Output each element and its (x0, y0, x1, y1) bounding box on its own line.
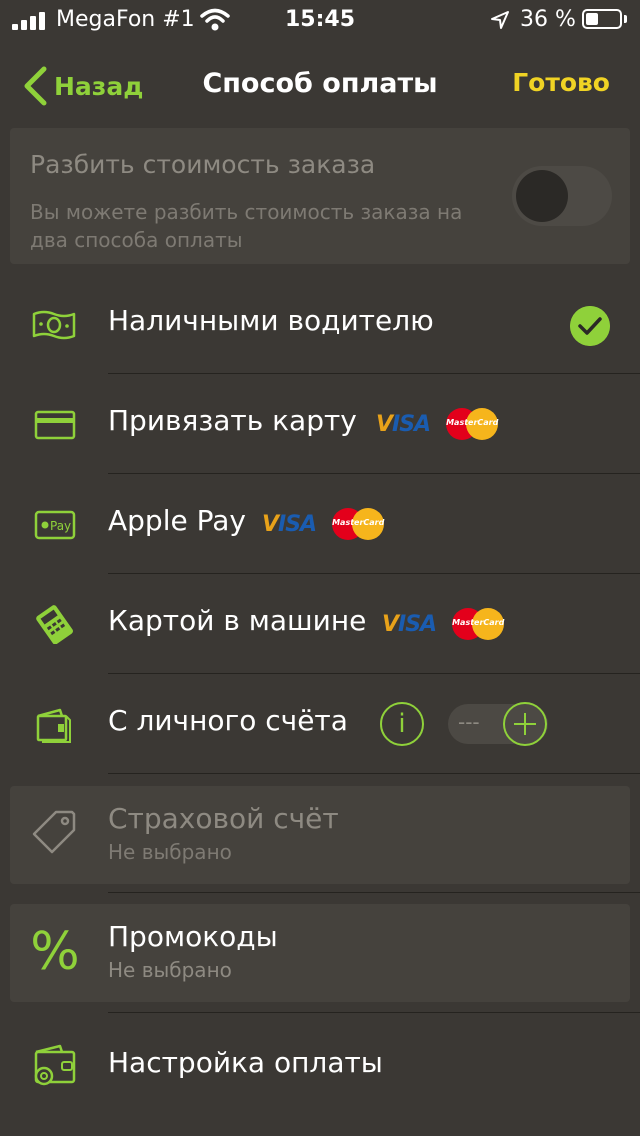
split-cost-toggle[interactable] (512, 166, 612, 226)
split-cost-title: Разбить стоимость заказа (30, 150, 376, 179)
payment-method-link-card[interactable]: Привязать карту VISA MasterCard (0, 374, 640, 474)
card-brand-badges: VISA MasterCard (382, 608, 504, 640)
done-button[interactable]: Готово (512, 68, 610, 97)
promo-label: Промокоды (108, 920, 278, 953)
back-button[interactable]: Назад (22, 64, 143, 108)
method-label: Наличными водителю (108, 304, 434, 337)
credit-card-icon (34, 410, 76, 440)
settings-label: Настройка оплаты (108, 1046, 383, 1079)
method-label: Apple Pay (108, 504, 246, 537)
payment-method-apple-pay[interactable]: Pay Apple Pay VISA MasterCard (0, 474, 640, 574)
mastercard-logo: MasterCard (332, 508, 384, 540)
cash-icon (32, 310, 76, 340)
navigation-bar: Назад Способ оплаты Готово (0, 56, 640, 114)
chevron-left-icon (24, 66, 47, 106)
wallet-account-icon (36, 708, 71, 743)
card-brand-badges: VISA MasterCard (262, 508, 384, 540)
visa-logo: VISA (382, 611, 437, 637)
method-label: Картой в машине (108, 604, 367, 637)
tag-icon (32, 810, 76, 854)
battery-tip (624, 15, 627, 23)
payment-method-cash[interactable]: Наличными водителю (0, 274, 640, 374)
method-label: Привязать карту (108, 404, 357, 437)
balance-value: --- (458, 710, 480, 734)
visa-logo: VISA (262, 511, 317, 537)
location-arrow-icon (491, 11, 509, 29)
promo-sublabel: Не выбрано (108, 958, 232, 982)
divider (108, 1012, 640, 1013)
percent-icon: % (30, 922, 80, 982)
battery-icon (582, 9, 622, 29)
insurance-account-item[interactable]: Страховой счёт Не выбрано (10, 786, 630, 884)
payment-settings-item[interactable]: Настройка оплаты (0, 1014, 640, 1114)
insurance-label: Страховой счёт (108, 802, 339, 835)
svg-text:Pay: Pay (50, 519, 71, 533)
card-terminal-icon (36, 605, 73, 644)
mastercard-logo: MasterCard (446, 408, 498, 440)
promo-codes-item[interactable]: % Промокоды Не выбрано (10, 904, 630, 1002)
battery-percentage: 36 % (520, 7, 576, 32)
divider (108, 892, 640, 893)
insurance-sublabel: Не выбрано (108, 840, 232, 864)
toggle-knob (516, 170, 568, 222)
visa-logo: VISA (376, 411, 431, 437)
payment-method-card-in-car[interactable]: Картой в машине VISA MasterCard (0, 574, 640, 674)
mastercard-logo: MasterCard (452, 608, 504, 640)
info-button[interactable]: i (380, 702, 424, 746)
status-bar: MegaFon #1 15:45 36 % (0, 0, 640, 40)
checkmark-icon (570, 306, 610, 346)
back-label: Назад (54, 71, 144, 101)
split-cost-description: Вы можете разбить стоимость заказа на дв… (30, 200, 463, 252)
card-brand-badges: VISA MasterCard (376, 408, 498, 440)
method-label: С личного счёта (108, 704, 348, 737)
divider (108, 773, 640, 774)
wallet-gear-icon (34, 1044, 76, 1086)
apple-pay-icon: Pay (34, 510, 76, 540)
add-funds-button[interactable] (503, 702, 547, 746)
split-cost-card: Разбить стоимость заказа Вы можете разби… (10, 128, 630, 264)
